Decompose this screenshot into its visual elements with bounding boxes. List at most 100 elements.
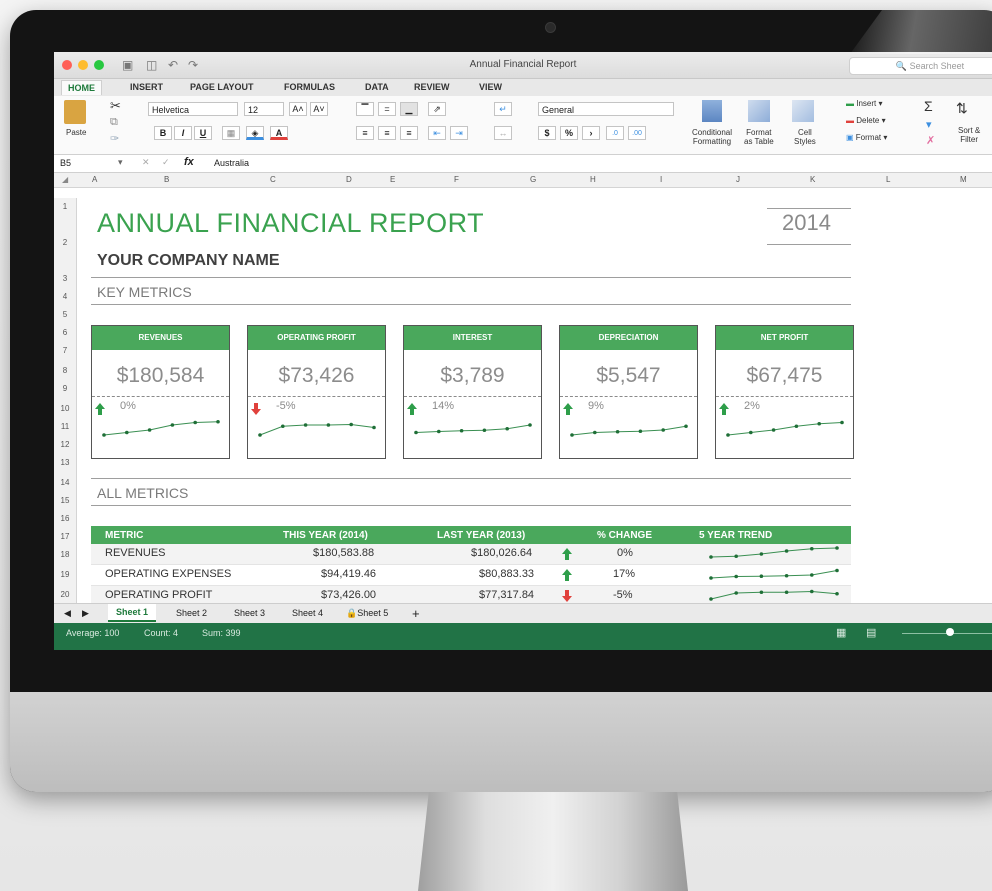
cell-styles-label[interactable]: Cell Styles xyxy=(794,128,816,146)
sheet-tab-locked[interactable]: 🔒Sheet 5 xyxy=(346,608,388,619)
copy-icon[interactable]: ⧉ xyxy=(110,116,118,129)
wrap-text-icon[interactable]: ↵ xyxy=(494,102,512,116)
autosum-icon[interactable]: Σ xyxy=(924,98,933,114)
align-center-icon[interactable]: ≡ xyxy=(378,126,396,140)
column-header[interactable]: J xyxy=(736,175,740,184)
fx-icon[interactable]: fx xyxy=(184,156,194,168)
row-header[interactable]: 12 xyxy=(54,440,76,449)
clear-icon[interactable]: ✗ xyxy=(926,134,935,147)
tab-view[interactable]: VIEW xyxy=(479,82,502,92)
sheet-tab[interactable]: Sheet 3 xyxy=(234,608,265,618)
table-row[interactable]: OPERATING EXPENSES $94,419.46 $80,883.33… xyxy=(91,565,851,586)
insert-cells-button[interactable]: ▬ Insert ▾ xyxy=(846,99,883,108)
page-layout-view-icon[interactable]: ▤ xyxy=(866,626,876,639)
column-header[interactable]: E xyxy=(390,175,395,184)
tab-insert[interactable]: INSERT xyxy=(130,82,163,92)
search-sheet-input[interactable]: 🔍 Search Sheet xyxy=(849,57,992,75)
tab-home[interactable]: HOME xyxy=(61,80,102,95)
decrease-indent-icon[interactable]: ⇤ xyxy=(428,126,446,140)
column-header[interactable]: L xyxy=(886,175,890,184)
sheet-tab[interactable]: Sheet 1 xyxy=(108,604,157,622)
column-header[interactable]: F xyxy=(454,175,459,184)
next-sheet-icon[interactable]: ▶ xyxy=(82,608,89,619)
italic-button[interactable]: I xyxy=(174,126,192,140)
sort-filter-icon[interactable]: ⇅ xyxy=(956,100,968,117)
column-header[interactable]: I xyxy=(660,175,662,184)
align-middle-icon[interactable]: = xyxy=(378,102,396,116)
row-header[interactable]: 20 xyxy=(54,590,76,599)
tab-data[interactable]: DATA xyxy=(365,82,389,92)
font-family-select[interactable]: Helvetica xyxy=(148,102,238,116)
format-as-table-icon[interactable] xyxy=(748,100,770,122)
table-row[interactable]: REVENUES $180,583.88 $180,026.64 0% xyxy=(91,544,851,565)
tab-page-layout[interactable]: PAGE LAYOUT xyxy=(190,82,254,92)
borders-icon[interactable]: ▦ xyxy=(222,126,240,140)
row-header[interactable]: 16 xyxy=(54,514,76,523)
row-header[interactable]: 5 xyxy=(54,310,76,319)
conditional-formatting-label[interactable]: Conditional Formatting xyxy=(692,128,732,146)
prev-sheet-icon[interactable]: ◀ xyxy=(64,608,71,619)
normal-view-icon[interactable]: ▦ xyxy=(836,626,846,639)
align-right-icon[interactable]: ≡ xyxy=(400,126,418,140)
column-header[interactable]: C xyxy=(270,175,276,184)
decrease-font-icon[interactable]: A˅ xyxy=(310,102,328,116)
row-header[interactable]: 10 xyxy=(54,404,76,413)
comma-style-button[interactable]: › xyxy=(582,126,600,140)
sort-filter-label[interactable]: Sort & Filter xyxy=(958,126,980,144)
column-header[interactable]: B xyxy=(164,175,169,184)
row-header[interactable]: 6 xyxy=(54,328,76,337)
row-header[interactable]: 14 xyxy=(54,478,76,487)
currency-button[interactable]: $ xyxy=(538,126,556,140)
row-header[interactable]: 9 xyxy=(54,384,76,393)
confirm-formula-icon[interactable]: ✓ xyxy=(162,157,170,168)
delete-cells-button[interactable]: ▬ Delete ▾ xyxy=(846,116,886,125)
underline-button[interactable]: U xyxy=(194,126,212,140)
column-header[interactable]: K xyxy=(810,175,815,184)
increase-indent-icon[interactable]: ⇥ xyxy=(450,126,468,140)
increase-decimal-icon[interactable]: .0 xyxy=(606,126,624,140)
cancel-formula-icon[interactable]: ✕ xyxy=(142,157,150,168)
tab-formulas[interactable]: FORMULAS xyxy=(284,82,335,92)
name-box-dropdown-icon[interactable]: ▾ xyxy=(118,157,123,168)
increase-font-icon[interactable]: A˄ xyxy=(289,102,307,116)
orientation-icon[interactable]: ⇗ xyxy=(428,102,446,116)
column-header[interactable]: D xyxy=(346,175,352,184)
conditional-formatting-icon[interactable] xyxy=(702,100,722,122)
row-header[interactable]: 15 xyxy=(54,496,76,505)
row-header[interactable]: 11 xyxy=(54,422,76,431)
paste-icon[interactable] xyxy=(64,100,86,124)
row-header[interactable]: 1 xyxy=(54,202,76,211)
column-header[interactable]: H xyxy=(590,175,596,184)
align-top-icon[interactable]: ▔ xyxy=(356,102,374,116)
format-cells-button[interactable]: ▣ Format ▾ xyxy=(846,133,887,142)
fill-icon[interactable]: ▾ xyxy=(926,118,932,131)
decrease-decimal-icon[interactable]: .00 xyxy=(628,126,646,140)
column-header[interactable]: A xyxy=(92,175,97,184)
number-format-select[interactable]: General xyxy=(538,102,674,116)
row-header[interactable]: 17 xyxy=(54,532,76,541)
row-header[interactable]: 4 xyxy=(54,292,76,301)
tab-review[interactable]: REVIEW xyxy=(414,82,450,92)
zoom-slider-thumb[interactable] xyxy=(946,628,954,636)
font-size-select[interactable]: 12 xyxy=(244,102,284,116)
cut-icon[interactable]: ✂ xyxy=(110,98,121,114)
row-header[interactable]: 3 xyxy=(54,274,76,283)
sheet-tab[interactable]: Sheet 2 xyxy=(176,608,207,618)
name-box[interactable]: B5 xyxy=(60,158,71,168)
row-header[interactable]: 7 xyxy=(54,346,76,355)
row-header[interactable]: 2 xyxy=(54,238,76,247)
column-header[interactable]: M xyxy=(960,175,967,184)
align-bottom-icon[interactable]: ▁ xyxy=(400,102,418,116)
format-as-table-label[interactable]: Format as Table xyxy=(744,128,774,146)
cell-styles-icon[interactable] xyxy=(792,100,814,122)
font-color-icon[interactable]: A xyxy=(270,126,288,140)
paste-label[interactable]: Paste xyxy=(66,128,86,137)
sheet-grid[interactable]: ANNUAL FINANCIAL REPORT 2014 YOUR COMPAN… xyxy=(77,198,992,607)
row-header[interactable]: 19 xyxy=(54,570,76,579)
fill-color-icon[interactable]: ◈ xyxy=(246,126,264,140)
select-all-icon[interactable]: ◢ xyxy=(62,175,68,184)
merge-cells-icon[interactable]: ↔ xyxy=(494,126,512,140)
sheet-tab[interactable]: Sheet 4 xyxy=(292,608,323,618)
bold-button[interactable]: B xyxy=(154,126,172,140)
row-header[interactable]: 8 xyxy=(54,366,76,375)
